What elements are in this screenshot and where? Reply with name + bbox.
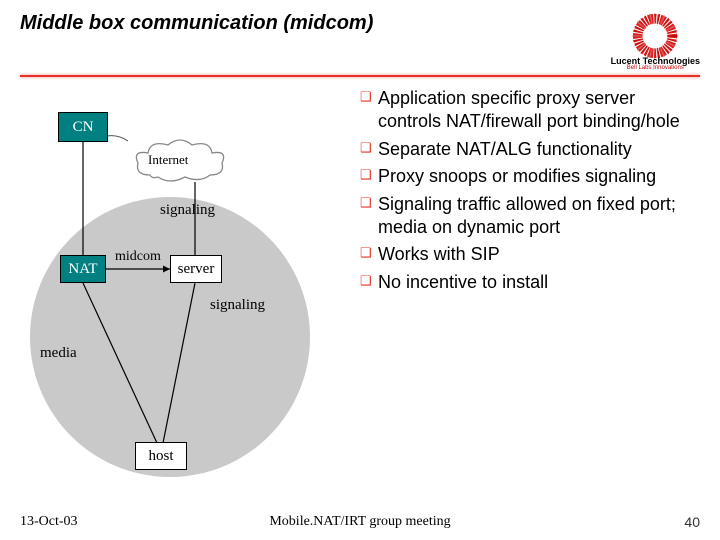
bullet-item: Proxy snoops or modifies signaling xyxy=(360,165,700,188)
label-signaling-top: signaling xyxy=(160,202,215,219)
ring-icon xyxy=(631,12,679,60)
private-network-circle xyxy=(30,197,310,477)
label-midcom: midcom xyxy=(115,249,161,265)
bullet-item: Separate NAT/ALG functionality xyxy=(360,138,700,161)
logo-tagline: Bell Labs Innovations xyxy=(627,65,684,71)
node-host: host xyxy=(135,442,187,470)
bullet-item: Works with SIP xyxy=(360,243,700,266)
internet-label: Internet xyxy=(148,152,188,168)
label-signaling-bottom: signaling xyxy=(210,297,265,314)
bullet-item: Signaling traffic allowed on fixed port;… xyxy=(360,193,700,240)
footer-meeting: Mobile.NAT/IRT group meeting xyxy=(269,514,450,530)
node-nat: NAT xyxy=(60,255,106,283)
label-media: media xyxy=(40,345,77,362)
footer-date: 13-Oct-03 xyxy=(20,514,78,530)
slide-title: Middle box communication (midcom) xyxy=(20,12,373,35)
page-number: 40 xyxy=(684,514,700,530)
network-diagram: Internet CN NAT server host signaling si… xyxy=(20,87,350,487)
bullet-item: Application specific proxy server contro… xyxy=(360,87,700,134)
node-cn: CN xyxy=(58,112,108,142)
bullet-list: Application specific proxy server contro… xyxy=(350,87,700,487)
lucent-logo: Lucent Technologies Bell Labs Innovation… xyxy=(611,12,700,71)
bullet-item: No incentive to install xyxy=(360,271,700,294)
node-server: server xyxy=(170,255,222,283)
